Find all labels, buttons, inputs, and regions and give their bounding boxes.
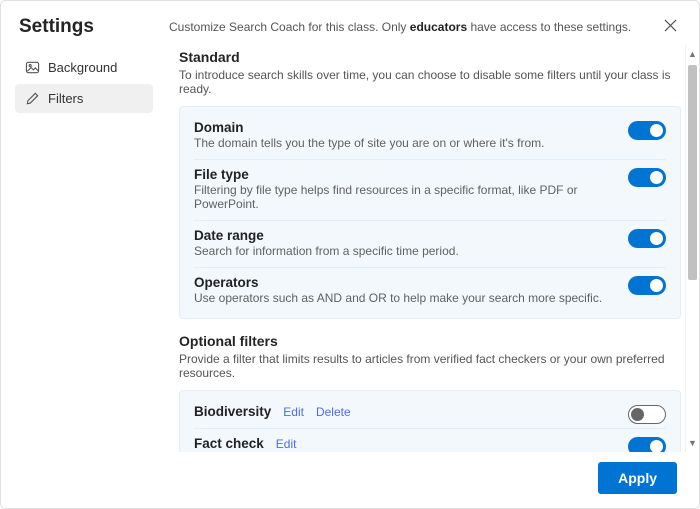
section-desc-standard: To introduce search skills over time, yo… bbox=[179, 68, 681, 96]
section-title-optional: Optional filters bbox=[179, 333, 681, 349]
filter-row-filetype: File type Filtering by file type helps f… bbox=[194, 159, 666, 220]
scrollbar[interactable]: ▲ ▼ bbox=[685, 45, 699, 452]
scroll-down-icon[interactable]: ▼ bbox=[686, 436, 699, 450]
header: Settings Customize Search Coach for this… bbox=[1, 1, 699, 45]
toggle-knob bbox=[650, 440, 663, 452]
scroll-up-icon[interactable]: ▲ bbox=[686, 47, 699, 61]
pencil-icon bbox=[25, 91, 40, 106]
row-desc: Search for information from a specific t… bbox=[194, 244, 666, 258]
section-desc-optional: Provide a filter that limits results to … bbox=[179, 352, 681, 380]
page-subtitle: Customize Search Coach for this class. O… bbox=[169, 20, 660, 34]
row-title: Date range bbox=[194, 228, 264, 243]
scrollbar-thumb[interactable] bbox=[688, 65, 697, 280]
row-title: Fact check bbox=[194, 436, 264, 451]
row-desc: Filtering by file type helps find resour… bbox=[194, 183, 666, 211]
row-title: Operators bbox=[194, 275, 259, 290]
row-title: Biodiversity bbox=[194, 404, 271, 419]
filter-row-factcheck: Fact check Edit Discover what profession… bbox=[194, 428, 666, 452]
close-icon bbox=[664, 19, 677, 32]
toggle-knob bbox=[650, 279, 663, 292]
optional-card: Biodiversity Edit Delete Fact check Edit… bbox=[179, 390, 681, 452]
scroll-area: Standard To introduce search skills over… bbox=[161, 45, 685, 452]
toggle-factcheck[interactable] bbox=[628, 437, 666, 452]
footer: Apply bbox=[1, 452, 699, 508]
row-title: Domain bbox=[194, 120, 244, 135]
toggle-knob bbox=[650, 171, 663, 184]
toggle-biodiversity[interactable] bbox=[628, 405, 666, 424]
standard-card: Domain The domain tells you the type of … bbox=[179, 106, 681, 319]
body: Background Filters Standard To introduce… bbox=[1, 45, 699, 452]
settings-window: Settings Customize Search Coach for this… bbox=[0, 0, 700, 509]
toggle-filetype[interactable] bbox=[628, 168, 666, 187]
row-title: File type bbox=[194, 167, 249, 182]
toggle-knob bbox=[650, 232, 663, 245]
row-desc: The domain tells you the type of site yo… bbox=[194, 136, 666, 150]
row-desc: Use operators such as AND and OR to help… bbox=[194, 291, 666, 305]
main: Standard To introduce search skills over… bbox=[161, 45, 699, 452]
filter-row-operators: Operators Use operators such as AND and … bbox=[194, 267, 666, 314]
edit-link[interactable]: Edit bbox=[283, 405, 304, 419]
filter-row-biodiversity: Biodiversity Edit Delete bbox=[194, 397, 666, 428]
toggle-domain[interactable] bbox=[628, 121, 666, 140]
edit-link[interactable]: Edit bbox=[276, 437, 297, 451]
filter-row-domain: Domain The domain tells you the type of … bbox=[194, 113, 666, 159]
filter-row-daterange: Date range Search for information from a… bbox=[194, 220, 666, 267]
toggle-daterange[interactable] bbox=[628, 229, 666, 248]
toggle-knob bbox=[650, 124, 663, 137]
close-button[interactable] bbox=[660, 15, 681, 39]
sidebar-item-filters[interactable]: Filters bbox=[15, 84, 153, 113]
toggle-knob bbox=[631, 408, 644, 421]
sidebar-item-label: Filters bbox=[48, 91, 83, 106]
toggle-operators[interactable] bbox=[628, 276, 666, 295]
apply-button[interactable]: Apply bbox=[598, 462, 677, 494]
sidebar: Background Filters bbox=[1, 45, 161, 452]
section-title-standard: Standard bbox=[179, 49, 681, 65]
delete-link[interactable]: Delete bbox=[316, 405, 351, 419]
sidebar-item-background[interactable]: Background bbox=[15, 53, 153, 82]
sidebar-item-label: Background bbox=[48, 60, 117, 75]
page-title: Settings bbox=[19, 16, 169, 38]
image-icon bbox=[25, 60, 40, 75]
